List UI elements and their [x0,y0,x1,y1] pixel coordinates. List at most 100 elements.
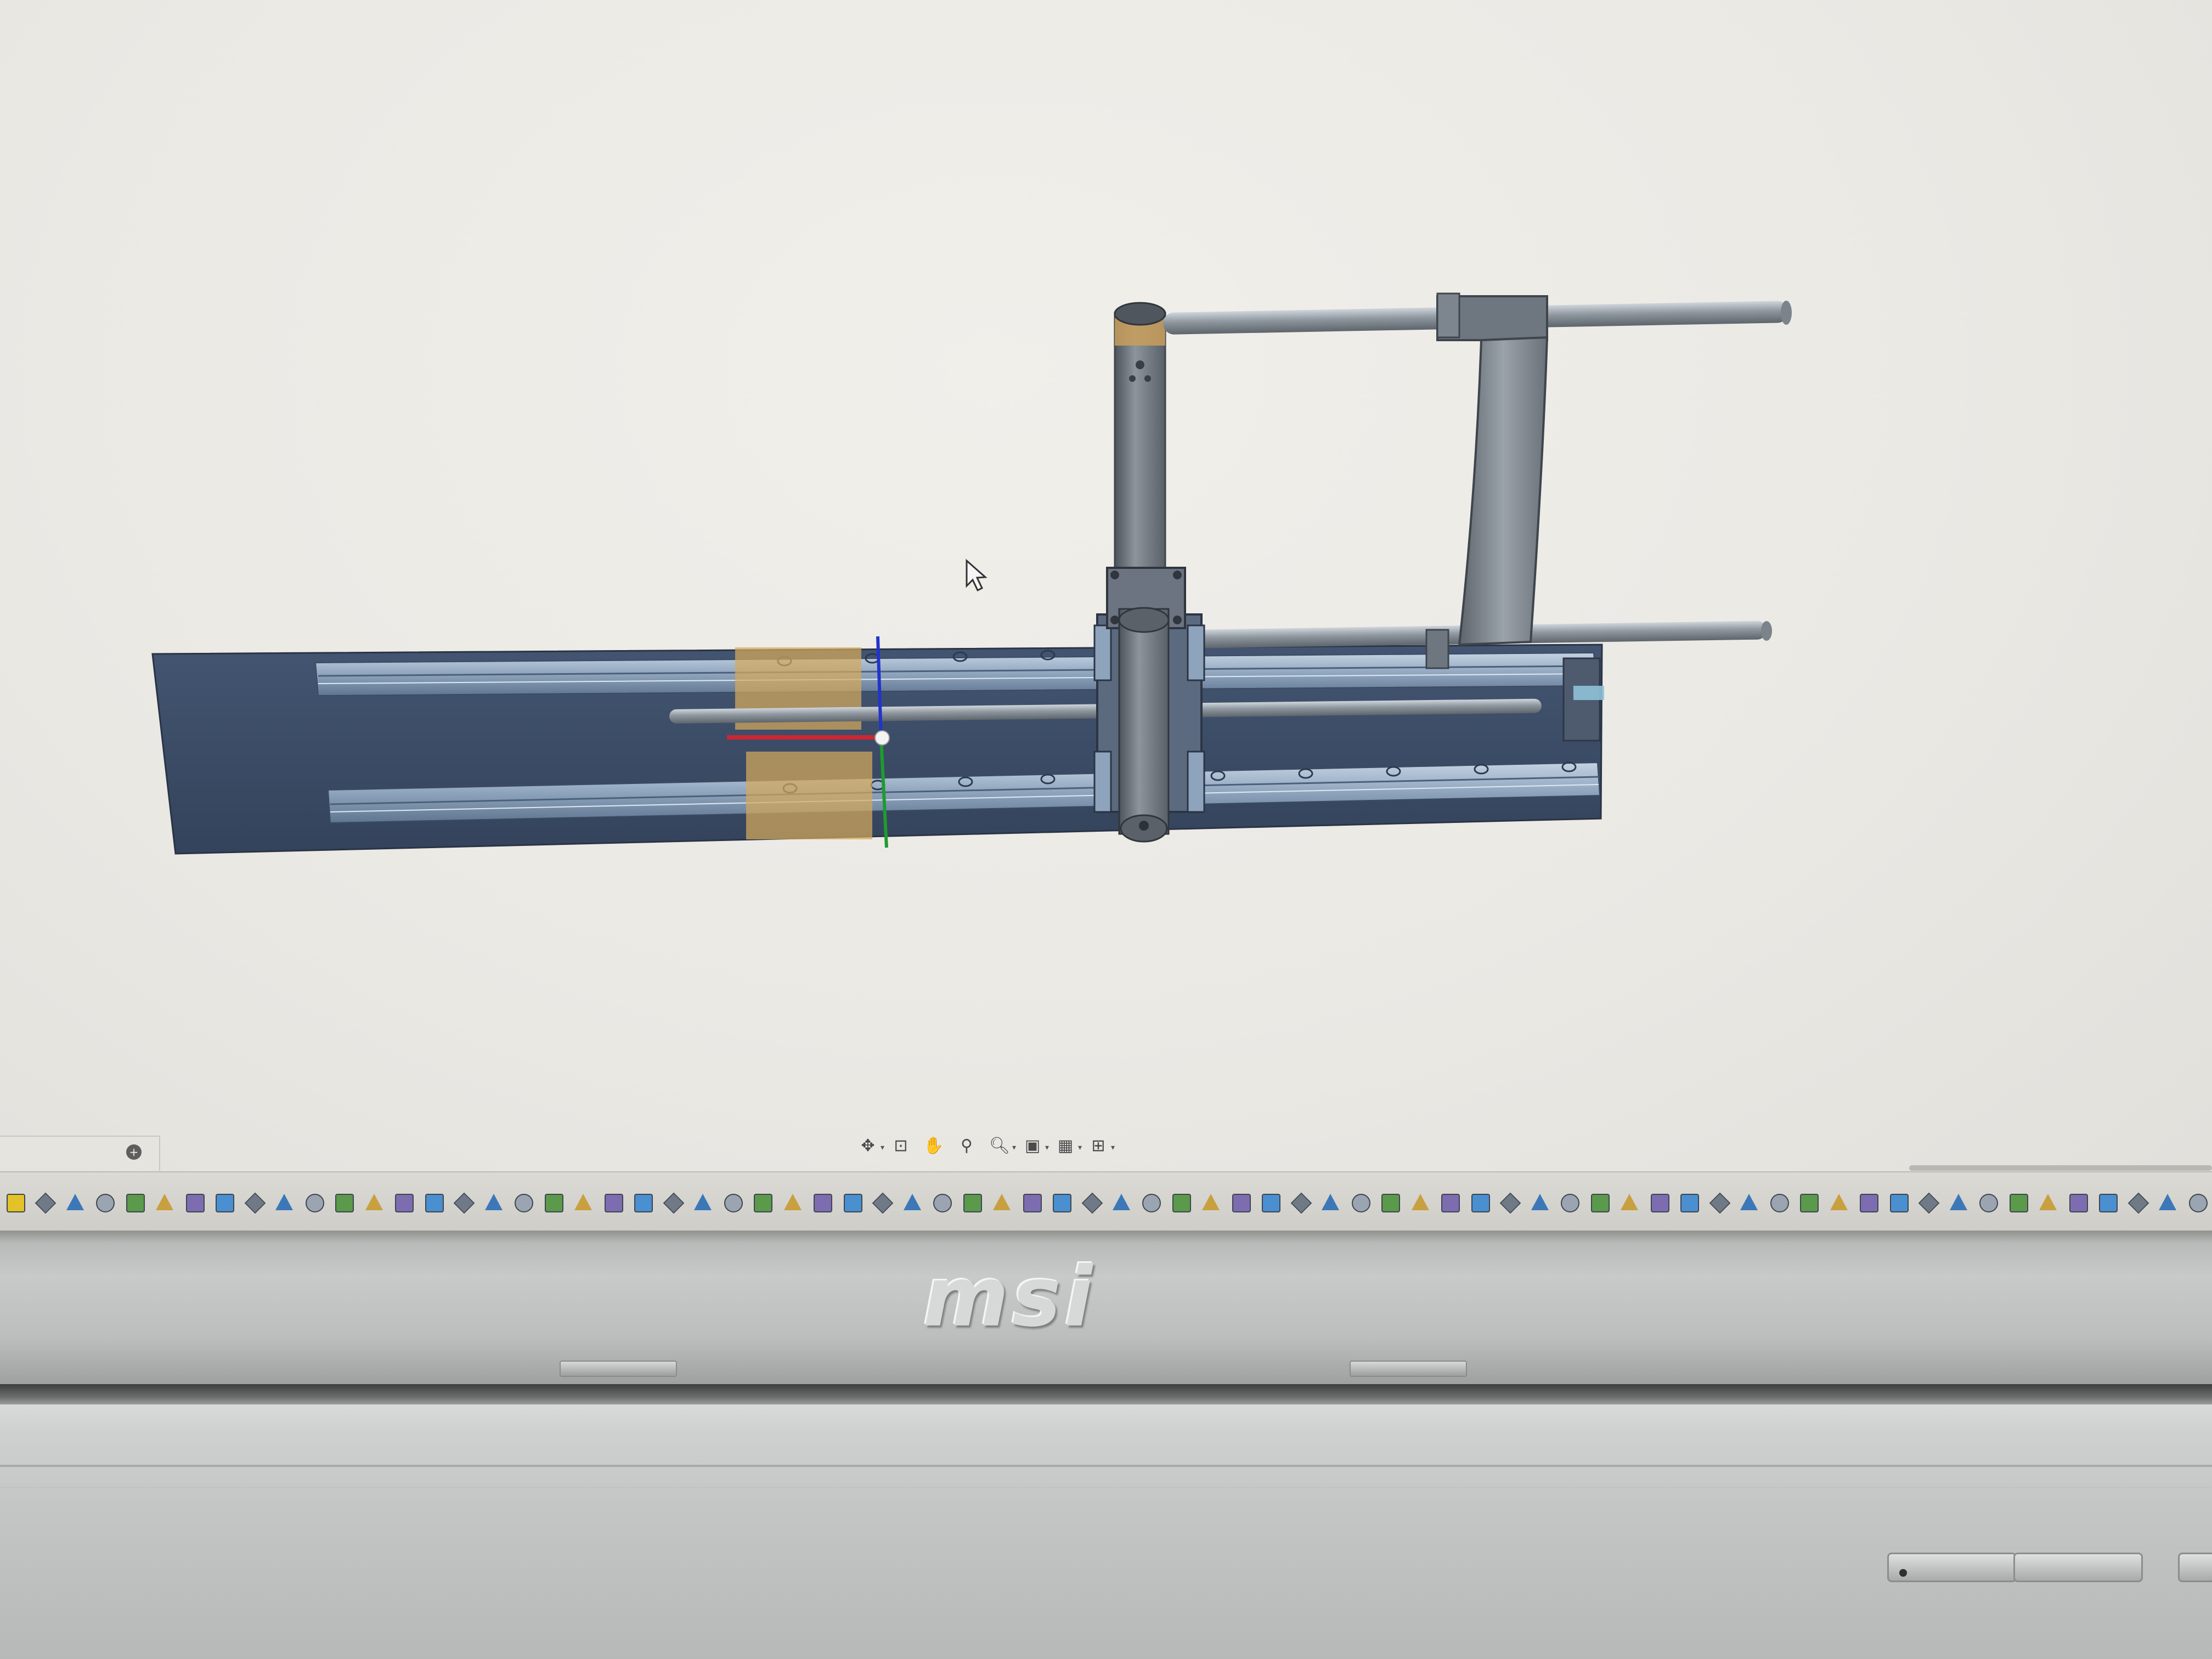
toolbar-tool-icon[interactable] [1860,1194,1878,1212]
toolbar-tool-icon[interactable] [634,1194,653,1212]
toolbar-tool-icon[interactable] [1262,1194,1280,1212]
laptop-hinge [0,1384,2212,1406]
toolbar-tool-icon[interactable] [1531,1194,1549,1210]
toolbar-tool-icon[interactable] [1918,1192,1940,1214]
view-orientation-icon[interactable]: ✥ ▾ [856,1133,884,1158]
pan-hand-icon[interactable]: ✋ [922,1133,946,1158]
heads-up-view-toolbar: ✥ ▾ ⊡ ✋ ⚲ 🔍︎ ▾ ▣ ▾ ▦ ▾ ⊞ ▾ [856,1130,1169,1161]
toolbar-tool-icon[interactable] [1830,1194,1848,1210]
toolbar-tool-icon[interactable] [1561,1194,1579,1212]
toolbar-tool-icon[interactable] [663,1192,685,1214]
hinge-tab-left [560,1361,677,1377]
toolbar-tool-icon[interactable] [2010,1194,2028,1212]
toolbar-tool-icon[interactable] [425,1194,444,1212]
toolbar-tool-icon[interactable] [96,1194,115,1212]
toolbar-tool-icon[interactable] [395,1194,414,1212]
toolbar-tool-icon[interactable] [156,1194,173,1210]
toolbar-tool-icon[interactable] [1172,1194,1191,1212]
toolbar-tool-icon[interactable] [244,1192,266,1214]
toolbar-tool-icon[interactable] [872,1192,894,1214]
toolbar-tool-icon[interactable] [844,1194,862,1212]
grid-icon[interactable]: ▦ ▾ [1053,1133,1082,1158]
toolbar-tool-icon[interactable] [1591,1194,1610,1212]
toolbar-tool-icon[interactable] [1709,1192,1731,1214]
curved-band [1458,336,1549,646]
toolbar-tool-icon[interactable] [574,1194,592,1210]
toolbar-tool-icon[interactable] [275,1194,293,1210]
toolbar-tool-icon[interactable] [904,1194,921,1210]
laptop-brand-logo: msi [923,1250,1096,1345]
toolbar-tool-icon[interactable] [453,1192,475,1214]
toolbar-tool-icon[interactable] [1979,1194,1998,1212]
toolbar-tool-icon[interactable] [1800,1194,1819,1212]
display-style-icon[interactable]: ▣ ▾ [1020,1133,1049,1158]
toolbar-tool-icon[interactable] [1621,1194,1638,1210]
toolbar-tool-icon[interactable] [35,1192,57,1214]
toolbar-tool-icon[interactable] [126,1194,145,1212]
deck-button-left[interactable] [1887,1553,2017,1582]
toolbar-tool-icon[interactable] [2189,1194,2208,1212]
toolbar-tool-icon[interactable] [2099,1194,2118,1212]
toolbar-tool-icon[interactable] [1499,1192,1521,1214]
toolbar-tool-icon[interactable] [784,1194,802,1210]
mouse-cursor [966,558,988,592]
toolbar-tool-icon[interactable] [2069,1194,2088,1212]
top-clamp-block [1436,292,1548,341]
toolbar-tool-icon[interactable] [2039,1194,2057,1210]
toolbar-tool-icon[interactable] [335,1194,354,1212]
deck-button-edge[interactable] [2178,1553,2212,1582]
toolbar-tool-icon[interactable] [1113,1194,1130,1210]
column-tube-lower [1118,607,1170,843]
toolbar-tool-icon[interactable] [1322,1194,1339,1210]
toolbar-tool-icon[interactable] [306,1194,324,1212]
toolbar-tool-icon[interactable] [1651,1194,1669,1212]
viewports-icon[interactable]: ⊞ ▾ [1086,1133,1115,1158]
toolbar-tool-icon[interactable] [1142,1194,1161,1212]
toolbar-tool-icon[interactable] [963,1194,982,1212]
toolbar-tool-icon[interactable] [365,1194,383,1210]
toolbar-tool-icon[interactable] [694,1194,712,1210]
toolbar-tool-icon[interactable] [1081,1192,1103,1214]
toolbar-tool-icon[interactable] [2128,1192,2149,1214]
toolbar-tool-icon[interactable] [605,1194,623,1212]
rod-clamp [1425,629,1449,669]
toolbar-tool-icon[interactable] [66,1194,84,1210]
toolbar-tool-icon[interactable] [1232,1194,1251,1212]
cad-3d-viewport[interactable] [0,0,2212,1141]
toolbar-tool-icon[interactable] [1680,1194,1699,1212]
toolbar-tool-icon[interactable] [1950,1194,1967,1210]
toolbar-tool-icon[interactable] [814,1194,832,1212]
toolbar-tool-icon[interactable] [1202,1194,1220,1210]
toolbar-tool-icon[interactable] [1023,1194,1042,1212]
toolbar-tool-icon[interactable] [1290,1192,1312,1214]
zoom-in-out-icon[interactable]: ⚲ [955,1133,979,1158]
toolbar-tool-icon[interactable] [216,1194,234,1212]
toolbar-tool-icon[interactable] [993,1194,1011,1210]
toolbar-tool-icon[interactable] [485,1194,503,1210]
toolbar-tool-icon[interactable] [1352,1194,1370,1212]
toolbar-tool-icon[interactable] [933,1194,952,1212]
monitor-screen: + ✥ ▾ ⊡ ✋ ⚲ 🔍︎ ▾ ▣ ▾ ▦ ▾ ⊞ ▾ [0,0,2212,1234]
toolbar-tool-icon[interactable] [1471,1194,1490,1212]
zoom-to-fit-icon[interactable]: ⊡ [889,1133,913,1158]
toolbar-tool-icon[interactable] [1381,1194,1400,1212]
deck-button-right[interactable] [2013,1553,2143,1582]
toolbar-tool-icon[interactable] [2159,1194,2176,1210]
toolbar-tool-icon[interactable] [1441,1194,1460,1212]
cad-model-drawing [151,292,1792,855]
sketch-tool-icon[interactable] [7,1194,25,1212]
toolbar-tool-icon[interactable] [1770,1194,1789,1212]
zoom-area-icon[interactable]: 🔍︎ ▾ [988,1133,1016,1158]
toolbar-tool-icon[interactable] [515,1194,533,1212]
toolbar-tool-icon[interactable] [1053,1194,1071,1212]
toolbar-tool-icon[interactable] [754,1194,772,1212]
toolbar-scrollbar[interactable] [1909,1165,2212,1171]
toolbar-tool-icon[interactable] [1890,1194,1909,1212]
toolbar-tool-icon[interactable] [186,1194,205,1212]
toolbar-tool-icon[interactable] [1412,1194,1429,1210]
toolbar-tool-icon[interactable] [724,1194,743,1212]
toolbar-tool-icon[interactable] [545,1194,563,1212]
plus-circle-icon[interactable]: + [126,1144,142,1160]
sketch-annotation-mark [727,735,875,740]
toolbar-tool-icon[interactable] [1740,1194,1758,1210]
